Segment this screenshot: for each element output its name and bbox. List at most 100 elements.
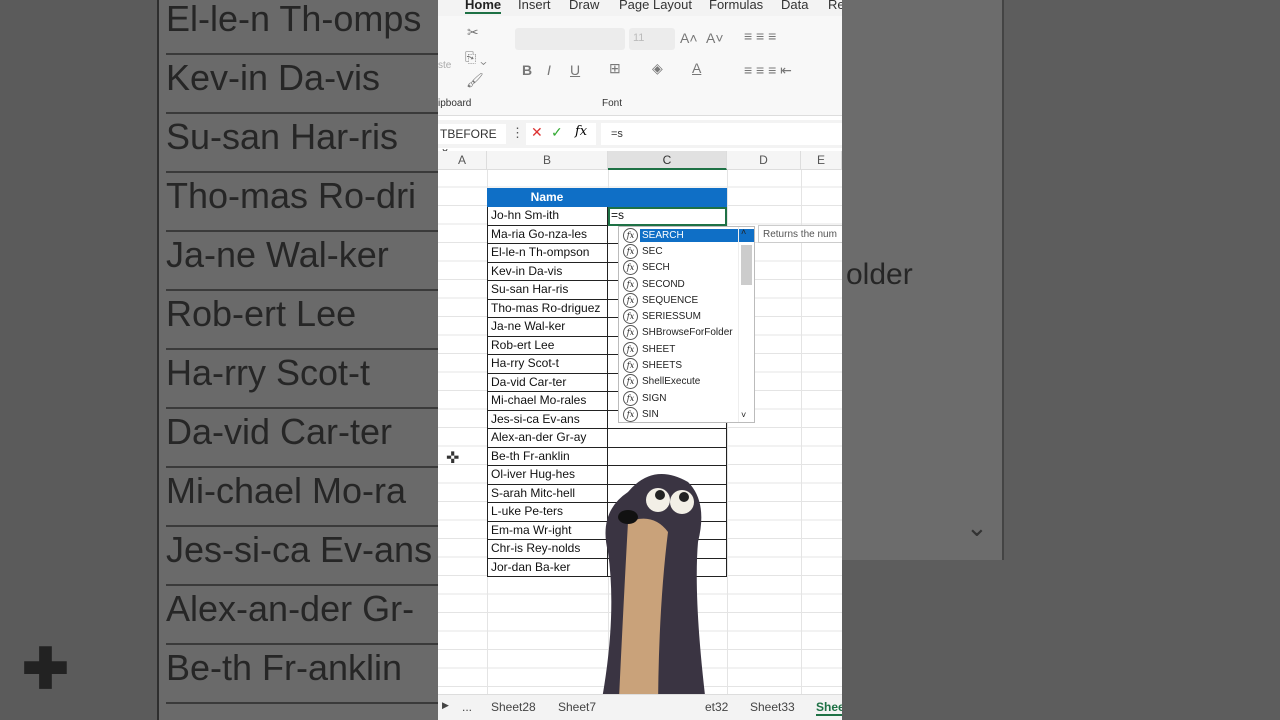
name-cell[interactable]: Jes-si-ca Ev-ans [487, 410, 608, 429]
more-sheets-button[interactable]: ... [462, 700, 472, 714]
background-name: El-le-n Th-omps [166, 0, 438, 55]
sheet-tab[interactable]: Sheet28 [491, 700, 536, 714]
name-cell[interactable]: Ja-ne Wal-ker [487, 318, 608, 337]
column-header-c[interactable]: C [608, 151, 727, 170]
name-cell[interactable]: Kev-in Da-vis [487, 262, 608, 281]
function-icon: fx [623, 390, 638, 406]
fill-color-icon[interactable]: ◈ [652, 60, 663, 77]
tab-review[interactable]: Re [828, 0, 842, 12]
name-cell[interactable]: S-arah Mitc-hell [487, 484, 608, 503]
scroll-sheets-icon[interactable]: ▶ [442, 700, 449, 711]
name-cell[interactable]: Ha-rry Scot-t [487, 355, 608, 374]
paste-button[interactable]: ste [438, 36, 451, 71]
autocomplete-item[interactable]: fx ShellExecute [619, 374, 754, 390]
tab-data[interactable]: Data [781, 0, 808, 12]
tab-insert[interactable]: Insert [518, 0, 551, 12]
font-color-icon[interactable]: A [692, 60, 701, 76]
autocomplete-item[interactable]: fx SERIESSUM [619, 308, 754, 325]
cell-cursor-icon: ✜ [446, 450, 460, 467]
name-cell[interactable]: Ol-iver Hug-hes [487, 466, 608, 485]
enter-icon[interactable]: ✓ [551, 124, 563, 141]
formula-input[interactable]: =s [601, 123, 842, 145]
font-size-box[interactable]: 11 [629, 28, 675, 50]
function-name: SECOND [642, 278, 685, 290]
autocomplete-item[interactable]: fx SHEET [619, 341, 754, 357]
background-name: Ha-rry Scot-t [166, 350, 438, 409]
name-box-value: TBEFORE [440, 127, 497, 141]
cartoon-squirrel-overlay [598, 474, 708, 720]
background-name: Ja-ne Wal-ker [166, 232, 438, 291]
sheet-tab[interactable]: Sheet7 [558, 700, 596, 714]
font-name-box[interactable] [515, 28, 625, 50]
scroll-down-icon[interactable]: ˅ [741, 410, 746, 420]
autocomplete-item[interactable]: fx SECH [619, 260, 754, 276]
column-header-d[interactable]: D [727, 151, 801, 170]
autocomplete-item[interactable]: fx SEQUENCE [619, 292, 754, 308]
name-cell[interactable]: Da-vid Car-ter [487, 373, 608, 392]
active-cell[interactable]: =s [608, 207, 727, 226]
sheet-tab[interactable]: Sheet33 [750, 700, 795, 714]
function-icon: fx [623, 243, 638, 259]
name-cell[interactable]: L-uke Pe-ters [487, 503, 608, 522]
chevron-down-icon: ⌄ [966, 512, 988, 542]
blurred-background-right: older ⌄ [842, 0, 1280, 720]
autocomplete-item[interactable]: fx SHBrowseForFolder [619, 325, 754, 341]
tab-formulas[interactable]: Formulas [709, 0, 763, 12]
name-cell[interactable]: Rob-ert Lee [487, 336, 608, 355]
align-left-icon[interactable]: ≡ ≡ ≡ ⇤ [744, 62, 792, 79]
sheet-tab[interactable]: et32 [705, 700, 728, 714]
cancel-icon[interactable]: ✕ [531, 124, 543, 141]
name-cell[interactable]: Jor-dan Ba-ker [487, 558, 608, 577]
italic-icon[interactable]: I [547, 62, 551, 78]
tab-home[interactable]: Home [465, 0, 502, 14]
name-cell[interactable]: Ma-ria Go-nza-les [487, 225, 608, 244]
function-icon: fx [623, 227, 638, 243]
name-cell[interactable]: Mi-chael Mo-rales [487, 392, 608, 411]
name-cell[interactable]: Su-san Har-ris [487, 281, 608, 300]
function-name: SEQUENCE [642, 294, 699, 306]
scroll-thumb[interactable] [741, 245, 752, 285]
function-name: SHEETS [642, 360, 683, 372]
align-top-icon[interactable]: ≡ ≡ ≡ [744, 28, 776, 44]
column-headers: A B C D E [438, 151, 842, 170]
name-cell[interactable]: Em-ma Wr-ight [487, 521, 608, 540]
dropdown-scrollbar[interactable]: ˄ ˅ [738, 227, 754, 422]
autocomplete-item[interactable]: fx SIGN [619, 390, 754, 406]
function-name: SHBrowseForFolder [642, 327, 733, 339]
result-cell[interactable] [608, 429, 727, 448]
increase-font-icon[interactable]: A˄ [680, 30, 698, 46]
sheet-tabs-bar: ▶ ... Sheet28 Sheet7 et32 Sheet33 Shee [438, 694, 842, 720]
autocomplete-item[interactable]: fx SIN [619, 406, 754, 422]
sheet-tab-active[interactable]: Shee [816, 700, 842, 716]
column-header-e[interactable]: E [801, 151, 842, 170]
bold-icon[interactable]: B [522, 62, 532, 78]
formula-value: =s [611, 128, 623, 140]
copy-icon[interactable]: ⎘ ⌄ [465, 49, 487, 66]
name-box[interactable]: TBEFORE ⌄ [438, 124, 506, 155]
table-row: Jo-hn Sm-ith =s [487, 207, 727, 226]
function-name: SECH [642, 262, 670, 274]
name-cell[interactable]: Chr-is Rey-nolds [487, 540, 608, 559]
name-cell[interactable]: Jo-hn Sm-ith [487, 207, 608, 226]
format-painter-icon[interactable]: 🖌 [466, 72, 484, 89]
table-header-c [607, 188, 727, 207]
underline-icon[interactable]: U [570, 62, 580, 78]
name-cell[interactable]: El-le-n Th-ompson [487, 244, 608, 263]
insert-function-icon[interactable]: fx [575, 124, 587, 139]
autocomplete-item[interactable]: fx SEC [619, 243, 754, 259]
decrease-font-icon[interactable]: A˅ [706, 30, 724, 46]
tab-page-layout[interactable]: Page Layout [619, 0, 692, 12]
name-cell[interactable]: Alex-an-der Gr-ay [487, 429, 608, 448]
name-cell[interactable]: Tho-mas Ro-driguez [487, 299, 608, 318]
column-header-a[interactable]: A [438, 151, 487, 170]
borders-icon[interactable]: ⊞ [609, 60, 621, 77]
cut-icon[interactable]: ✂ [467, 24, 479, 41]
tab-draw[interactable]: Draw [569, 0, 599, 12]
autocomplete-item[interactable]: fx SEARCH [619, 227, 754, 243]
autocomplete-item[interactable]: fx SECOND [619, 276, 754, 292]
column-header-b[interactable]: B [487, 151, 608, 170]
background-text: older [846, 258, 913, 291]
scroll-up-icon[interactable]: ˄ [741, 227, 746, 237]
name-cell[interactable]: Be-th Fr-anklin [487, 447, 608, 466]
autocomplete-item[interactable]: fx SHEETS [619, 357, 754, 374]
